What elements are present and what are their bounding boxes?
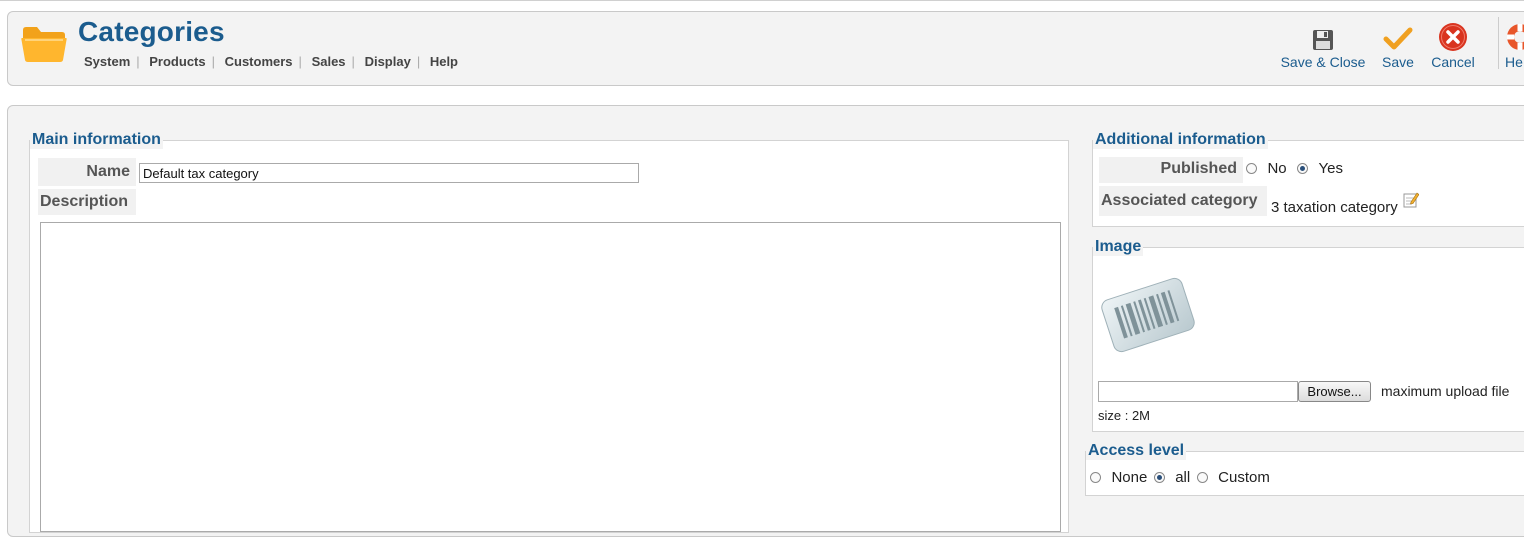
save-button[interactable]: Save: [1378, 22, 1418, 70]
access-all-radio[interactable]: [1153, 472, 1165, 484]
access-none-radio[interactable]: [1090, 472, 1101, 484]
access-custom-label: Custom: [1218, 469, 1270, 487]
lifebuoy-icon: [1507, 24, 1524, 50]
menu-customers[interactable]: Customers: [219, 54, 299, 69]
folder-icon: [21, 27, 67, 62]
menu-separator: |: [351, 54, 355, 69]
menu-separator: |: [211, 54, 215, 69]
main-information-legend: Main information: [30, 131, 163, 149]
menu-display[interactable]: Display: [359, 54, 417, 69]
help-button[interactable]: He: [1498, 17, 1524, 70]
submenu: System | Products | Customers | Sales | Disp…: [84, 54, 464, 69]
name-label: Name: [38, 158, 136, 186]
menu-separator: |: [298, 54, 302, 69]
page-title: Categories: [78, 16, 225, 47]
menu-system[interactable]: System: [84, 54, 136, 69]
save-label: Save: [1382, 54, 1414, 70]
image-legend: Image: [1093, 238, 1144, 256]
top-border: [0, 0, 1524, 1]
name-input[interactable]: [139, 163, 639, 183]
max-upload-text: maximum upload file: [1381, 383, 1510, 399]
upload-size-text: size : 2M: [1098, 408, 1151, 423]
cancel-label: Cancel: [1431, 54, 1475, 70]
cancel-button[interactable]: Cancel: [1426, 22, 1480, 70]
checkmark-icon: [1383, 27, 1413, 50]
associated-category-label: Associated category: [1099, 186, 1267, 216]
cancel-icon: [1439, 23, 1467, 51]
save-close-label: Save & Close: [1280, 54, 1366, 70]
published-yes-radio[interactable]: [1297, 163, 1309, 175]
associated-category-value: 3 taxation category: [1271, 199, 1398, 216]
menu-sales[interactable]: Sales: [306, 54, 352, 69]
published-radio-group: No Yes: [1246, 160, 1343, 178]
access-custom-radio[interactable]: [1196, 472, 1208, 484]
access-level-legend: Access level: [1086, 442, 1187, 460]
floppy-disk-icon: [1313, 30, 1333, 50]
image-file-input[interactable]: [1098, 381, 1298, 402]
access-radio-group: None all Custom: [1090, 469, 1270, 487]
access-none-label: None: [1111, 469, 1148, 487]
browse-button[interactable]: Browse...: [1298, 381, 1371, 402]
additional-information-legend: Additional information: [1093, 131, 1268, 149]
access-all-label: all: [1175, 469, 1191, 487]
menu-products[interactable]: Products: [143, 54, 211, 69]
edit-icon[interactable]: [1403, 191, 1419, 208]
published-no-radio[interactable]: [1246, 163, 1257, 175]
description-textarea[interactable]: [40, 222, 1061, 532]
barcode-icon: [1101, 277, 1195, 353]
menu-separator: |: [136, 54, 140, 69]
published-no-label: No: [1267, 160, 1287, 178]
menu-help[interactable]: Help: [424, 54, 464, 69]
menu-separator: |: [416, 54, 421, 69]
published-label: Published: [1099, 157, 1243, 183]
published-yes-label: Yes: [1318, 160, 1344, 178]
help-label: He: [1505, 54, 1523, 70]
description-label: Description: [38, 189, 136, 215]
save-close-button[interactable]: Save & Close: [1278, 22, 1368, 70]
